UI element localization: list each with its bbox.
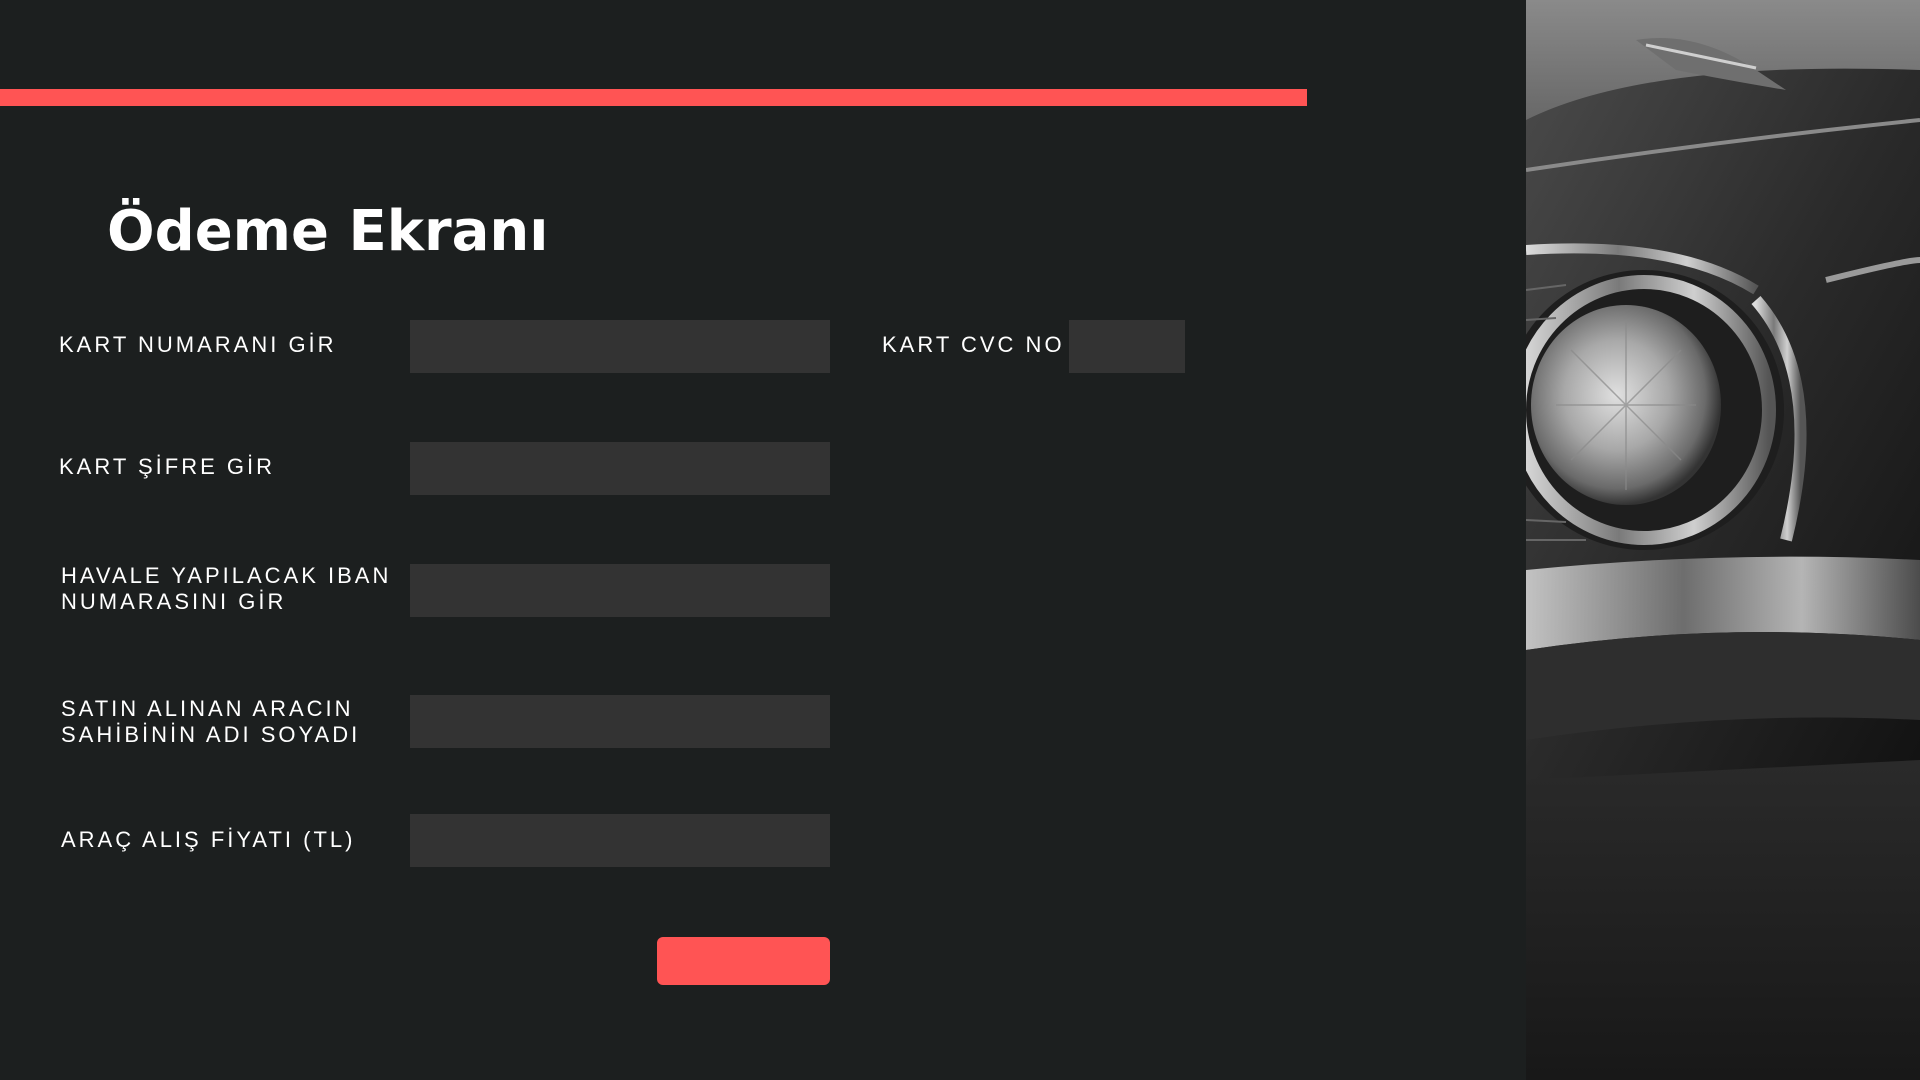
card-cvc-input[interactable] <box>1069 320 1185 373</box>
card-number-label: KART NUMARANI GİR <box>59 332 337 357</box>
iban-label: HAVALE YAPILACAK IBAN NUMARASINI GİR <box>61 563 391 615</box>
owner-name-label-line1: SATIN ALINAN ARACIN <box>61 696 354 721</box>
iban-label-line1: HAVALE YAPILACAK IBAN <box>61 563 392 588</box>
car-headlight-photo <box>1526 0 1920 1080</box>
page-title: Ödeme Ekranı <box>107 199 549 264</box>
iban-input[interactable] <box>410 564 830 617</box>
accent-bar <box>0 89 1307 106</box>
price-input[interactable] <box>410 814 830 867</box>
owner-name-input[interactable] <box>410 695 830 748</box>
card-pin-input[interactable] <box>410 442 830 495</box>
owner-name-label-line2: SAHİBİNİN ADI SOYADI <box>61 722 361 747</box>
card-pin-label: KART ŞİFRE GİR <box>59 454 276 479</box>
iban-label-line2: NUMARASINI GİR <box>61 589 287 614</box>
payment-screen: Ödeme Ekranı KART NUMARANI GİR KART CVC … <box>0 0 1920 1080</box>
price-label: ARAÇ ALIŞ FİYATI (TL) <box>61 827 356 852</box>
card-number-input[interactable] <box>410 320 830 373</box>
submit-button[interactable] <box>657 937 830 985</box>
owner-name-label: SATIN ALINAN ARACIN SAHİBİNİN ADI SOYADI <box>61 696 360 748</box>
card-cvc-label: KART CVC NO <box>882 332 1065 357</box>
